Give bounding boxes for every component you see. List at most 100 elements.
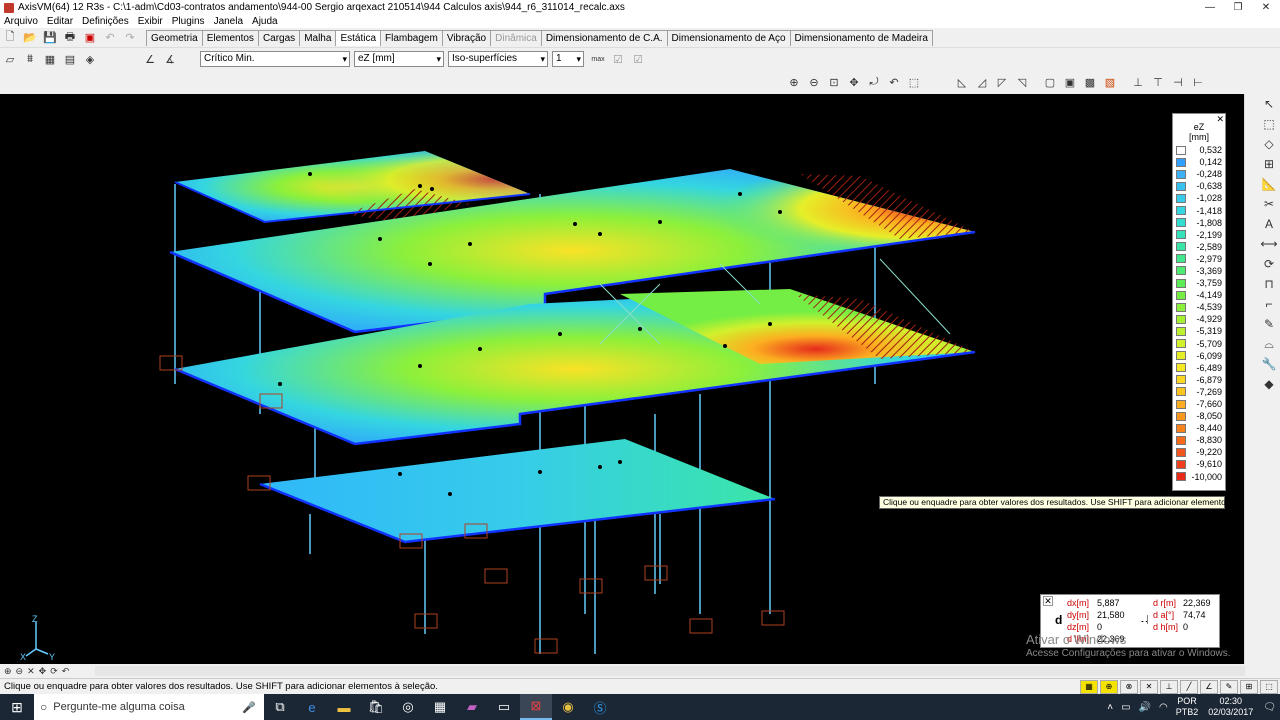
- pdf-icon[interactable]: ▣: [81, 30, 99, 46]
- snap-node-icon[interactable]: ⊕: [1100, 679, 1118, 694]
- close-button[interactable]: ✕: [1252, 0, 1280, 15]
- undo-view-small-icon[interactable]: ↶: [62, 666, 70, 677]
- coord-close-icon[interactable]: ✕: [1043, 596, 1053, 606]
- menu-ajuda[interactable]: Ajuda: [248, 16, 283, 27]
- axis-iso-icon[interactable]: ⊢: [1189, 74, 1207, 90]
- skype-icon[interactable]: Ⓢ: [584, 694, 616, 720]
- snap-grid-icon[interactable]: ▦: [1080, 679, 1098, 694]
- zoom-in-icon[interactable]: ⊕: [785, 74, 803, 90]
- tab-malha[interactable]: Malha: [299, 29, 337, 46]
- model-viewport[interactable]: Z X Y: [0, 94, 1244, 664]
- dimension-icon[interactable]: ⟷: [1260, 234, 1278, 254]
- terminal-icon[interactable]: ▭: [488, 694, 520, 720]
- view-side-icon[interactable]: ◿: [973, 74, 991, 90]
- load-case-select[interactable]: Crítico Min.: [200, 51, 350, 67]
- tab-elementos[interactable]: Elementos: [201, 29, 259, 46]
- print-icon[interactable]: 🖶: [61, 30, 79, 46]
- tab-cargas[interactable]: Cargas: [257, 29, 301, 46]
- tab-dinamica[interactable]: Dinâmica: [490, 29, 542, 46]
- table-icon[interactable]: ▦: [41, 51, 59, 67]
- snap-ortho-icon[interactable]: ⊞: [1240, 679, 1258, 694]
- rotate-icon[interactable]: ⤾: [865, 74, 883, 90]
- tab-geometria[interactable]: Geometria: [146, 29, 203, 46]
- menu-editar[interactable]: Editar: [43, 16, 78, 27]
- min-max-icon[interactable]: max: [589, 51, 607, 67]
- microphone-icon[interactable]: 🎤: [242, 701, 256, 714]
- check-icon[interactable]: ☑: [609, 51, 627, 67]
- pan-small-icon[interactable]: ✥: [39, 666, 47, 677]
- axis-z-icon[interactable]: ⊣: [1169, 74, 1187, 90]
- tab-vibracao[interactable]: Vibração: [441, 29, 492, 46]
- snap-edit-icon[interactable]: ✎: [1220, 679, 1238, 694]
- rotate-tool-icon[interactable]: ⟳: [1260, 254, 1278, 274]
- scroll-track[interactable]: [95, 666, 1245, 676]
- vertical-scrollbar[interactable]: [1244, 94, 1258, 664]
- cortana-search-box[interactable]: ○ Pergunte-me alguma coisa 🎤: [34, 694, 264, 720]
- measure-icon[interactable]: 📐: [1260, 174, 1278, 194]
- display-mode-select[interactable]: Iso-superfícies: [448, 51, 548, 67]
- network-icon[interactable]: ▭: [1121, 702, 1130, 713]
- clock[interactable]: 02:30 02/03/2017: [1208, 696, 1253, 718]
- view-perspective-icon[interactable]: ◹: [1013, 74, 1031, 90]
- select-region-icon[interactable]: ⬚: [1260, 114, 1278, 134]
- notifications-icon[interactable]: 🗨: [1263, 702, 1276, 713]
- tab-flambagem[interactable]: Flambagem: [380, 29, 443, 46]
- node-tool-icon[interactable]: ◇: [1260, 134, 1278, 154]
- maximize-button[interactable]: ❐: [1224, 0, 1252, 15]
- pan-icon[interactable]: ✥: [845, 74, 863, 90]
- diagram-mode2-icon[interactable]: ∡: [161, 51, 179, 67]
- wireframe-icon[interactable]: ▢: [1041, 74, 1059, 90]
- fit-small-icon[interactable]: ✕: [27, 666, 35, 677]
- layers-dropdown-icon[interactable]: ◈: [81, 51, 99, 67]
- wrench-icon[interactable]: 🔧: [1260, 354, 1278, 374]
- select-arrow-icon[interactable]: ↖: [1260, 94, 1278, 114]
- axisvm-taskbar-icon[interactable]: ⊠: [520, 694, 552, 720]
- save-icon[interactable]: 💾: [41, 30, 59, 46]
- menu-exibir[interactable]: Exibir: [134, 16, 168, 27]
- grid-icon[interactable]: ▤: [61, 51, 79, 67]
- structure-3d-view[interactable]: Z X Y: [0, 94, 1244, 664]
- diagram-mode-icon[interactable]: ∠: [141, 51, 159, 67]
- hidden-line-icon[interactable]: ▣: [1061, 74, 1079, 90]
- language-indicator[interactable]: POR PTB2: [1176, 696, 1199, 718]
- snap-mid-icon[interactable]: ⊗: [1120, 679, 1138, 694]
- store-icon[interactable]: 🛍: [360, 694, 392, 720]
- menu-arquivo[interactable]: Arquivo: [0, 16, 43, 27]
- media-player-icon[interactable]: ◎: [392, 694, 424, 720]
- filter-icon[interactable]: ⩩: [21, 51, 39, 67]
- cut-icon[interactable]: ✂: [1260, 194, 1278, 214]
- menu-plugins[interactable]: Plugins: [168, 16, 210, 27]
- onenote-icon[interactable]: ▰: [456, 694, 488, 720]
- check2-icon[interactable]: ☑: [629, 51, 647, 67]
- tab-estatica[interactable]: Estática: [335, 29, 382, 46]
- legend-close-icon[interactable]: ✕: [1216, 114, 1224, 125]
- view-top-icon[interactable]: ◸: [993, 74, 1011, 90]
- chrome-icon[interactable]: ◉: [552, 694, 584, 720]
- start-button[interactable]: ⊞: [0, 694, 34, 720]
- snap-cross-icon[interactable]: ✕: [1140, 679, 1158, 694]
- zoom-previous-icon[interactable]: ↶: [885, 74, 903, 90]
- axis-x-icon[interactable]: ⊥: [1129, 74, 1147, 90]
- tab-dimensionamento-aco[interactable]: Dimensionamento de Aço: [666, 29, 791, 46]
- tray-chevron-icon[interactable]: ˄: [1107, 702, 1113, 713]
- render-texture-icon[interactable]: ▧: [1101, 74, 1119, 90]
- snap-pan-icon[interactable]: ⬚: [1260, 679, 1278, 694]
- edge-browser-icon[interactable]: e: [296, 694, 328, 720]
- menu-definicoes[interactable]: Definições: [78, 16, 134, 27]
- layer-icon[interactable]: ▱: [1, 51, 19, 67]
- snap-line-icon[interactable]: ╱: [1180, 679, 1198, 694]
- snap-perp-icon[interactable]: ⊥: [1160, 679, 1178, 694]
- open-folder-icon[interactable]: 📂: [21, 30, 39, 46]
- glasses-icon[interactable]: ⌓: [1260, 334, 1278, 354]
- step-stepper[interactable]: 1: [552, 51, 584, 67]
- volume-icon[interactable]: 🔊: [1139, 702, 1151, 713]
- rendered-icon[interactable]: ▩: [1081, 74, 1099, 90]
- tab-dimensionamento-ca[interactable]: Dimensionamento de C.A.: [540, 29, 668, 46]
- zoom-out-icon[interactable]: ⊖: [805, 74, 823, 90]
- info-icon[interactable]: ◆: [1260, 374, 1278, 394]
- zoom-all-icon[interactable]: ⬚: [905, 74, 923, 90]
- rotate-small-icon[interactable]: ⟳: [50, 666, 58, 677]
- zoom-window-icon[interactable]: ⊡: [825, 74, 843, 90]
- component-select[interactable]: eZ [mm]: [354, 51, 444, 67]
- new-file-icon[interactable]: 🗋: [1, 30, 19, 46]
